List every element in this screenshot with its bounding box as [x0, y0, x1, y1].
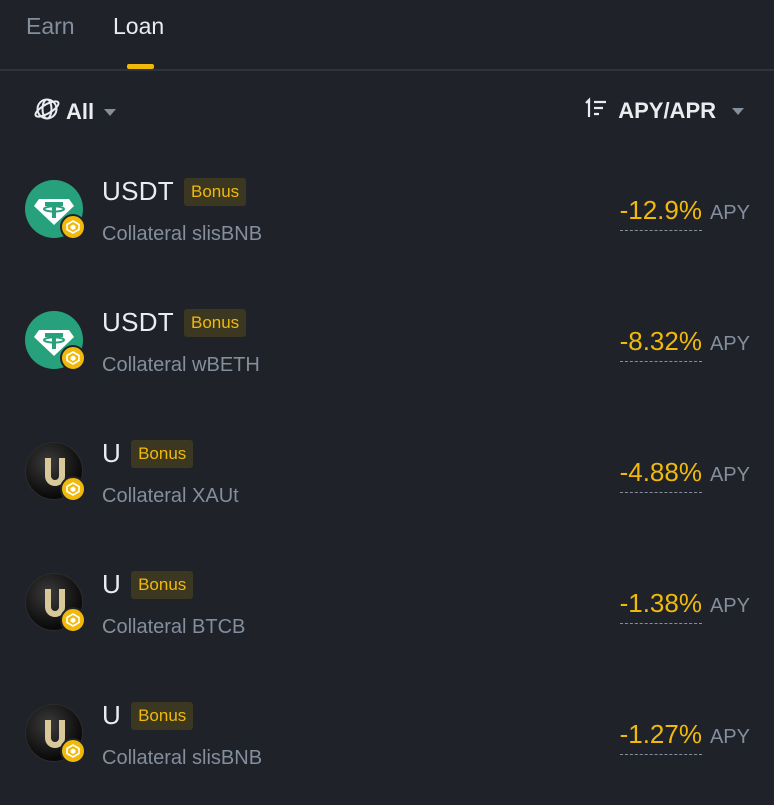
network-filter-dropdown[interactable]: All	[34, 96, 117, 127]
bnb-chain-icon	[60, 607, 86, 633]
sort-icon	[584, 96, 608, 125]
apy-unit: APY	[709, 333, 750, 355]
asset-name: USDT	[102, 176, 174, 206]
apy-unit: APY	[709, 202, 750, 224]
asset-name: U	[102, 700, 122, 730]
sort-dropdown[interactable]: APY/APR	[584, 96, 744, 125]
loan-list: USDT Bonus Collateral slisBNB -12.9% APY…	[0, 150, 774, 805]
active-tab-indicator	[127, 64, 154, 69]
list-item[interactable]: USDT Bonus Collateral slisBNB -12.9% APY	[0, 150, 774, 281]
asset-name: U	[102, 569, 122, 599]
sort-label: APY/APR	[618, 97, 716, 123]
collateral-label: Collateral wBETH	[102, 354, 260, 376]
bonus-badge: Bonus	[131, 701, 194, 730]
list-item[interactable]: USDT Bonus Collateral wBETH -8.32% APY	[0, 281, 774, 412]
asset-name: U	[102, 438, 122, 468]
chevron-down-icon	[104, 109, 117, 116]
tab-bar: Earn Loan	[0, 0, 774, 71]
apy-rate[interactable]: -1.27%	[619, 719, 702, 755]
bonus-badge: Bonus	[131, 570, 194, 599]
bnb-chain-icon	[60, 738, 86, 764]
apy-rate[interactable]: -1.38%	[619, 588, 702, 624]
bonus-badge: Bonus	[183, 308, 247, 337]
list-item[interactable]: U Bonus Collateral BTCB -1.38% APY	[0, 543, 774, 674]
bnb-chain-icon	[60, 476, 86, 502]
list-item[interactable]: U Bonus Collateral slisBNB -1.27% APY	[0, 674, 774, 805]
apy-rate[interactable]: -4.88%	[619, 457, 702, 493]
tab-earn[interactable]: Earn	[26, 13, 75, 40]
asset-name: USDT	[102, 307, 174, 337]
collateral-label: Collateral XAUt	[102, 485, 239, 507]
collateral-label: Collateral slisBNB	[102, 223, 263, 245]
filter-bar: All APY/APR	[0, 90, 774, 134]
globe-icon	[34, 96, 60, 127]
collateral-label: Collateral BTCB	[102, 616, 246, 638]
apy-unit: APY	[709, 464, 750, 486]
chevron-down-icon	[732, 108, 744, 115]
apy-rate[interactable]: -8.32%	[619, 326, 702, 362]
bnb-chain-icon	[60, 345, 86, 371]
bnb-chain-icon	[60, 214, 86, 240]
bonus-badge: Bonus	[131, 439, 194, 468]
tab-loan[interactable]: Loan	[113, 13, 164, 40]
apy-unit: APY	[709, 726, 750, 748]
list-item[interactable]: U Bonus Collateral XAUt -4.88% APY	[0, 412, 774, 543]
bonus-badge: Bonus	[183, 177, 247, 206]
apy-rate[interactable]: -12.9%	[619, 195, 702, 231]
apy-unit: APY	[709, 595, 750, 617]
collateral-label: Collateral slisBNB	[102, 747, 263, 769]
network-filter-label: All	[66, 98, 95, 124]
